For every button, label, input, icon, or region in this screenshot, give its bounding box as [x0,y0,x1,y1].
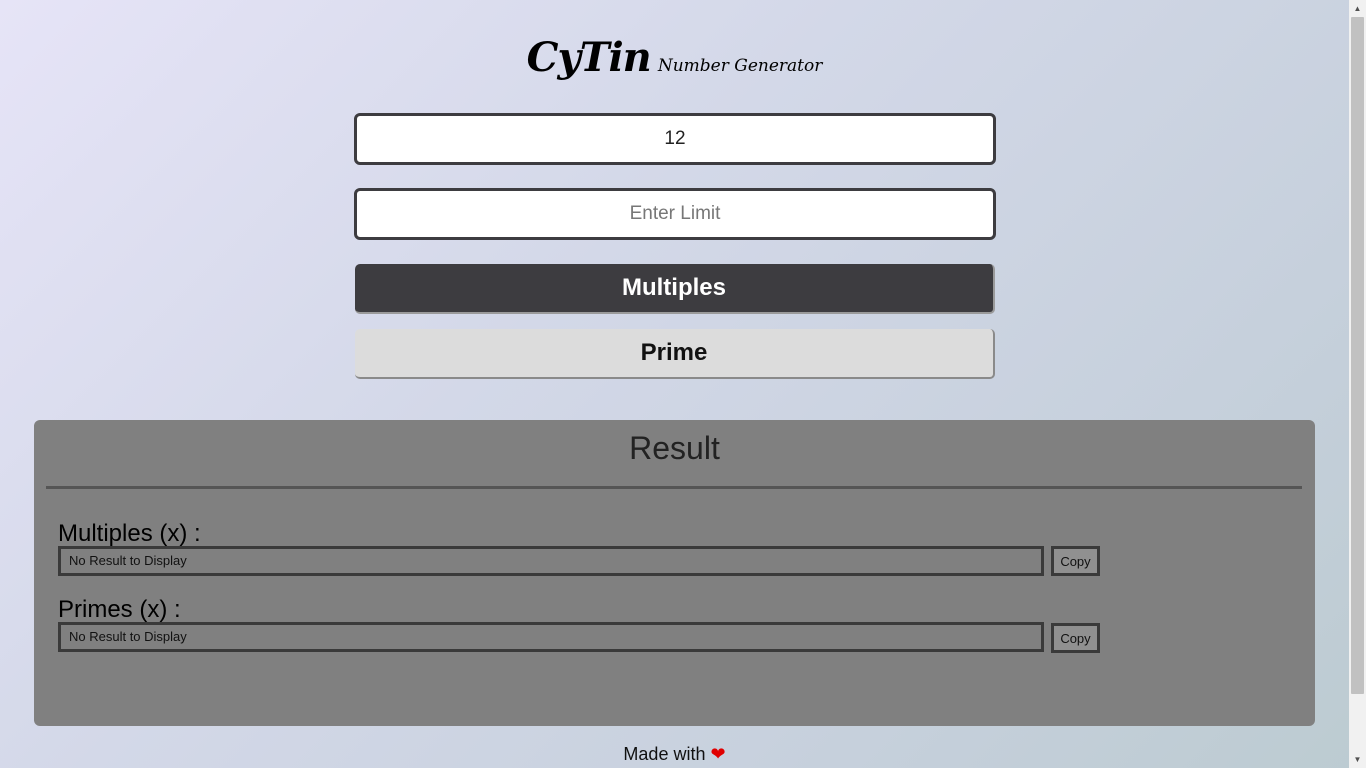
logo: CyTin Number Generator [0,34,1349,81]
number-input[interactable] [357,116,993,162]
prime-button[interactable]: Prime [355,329,995,379]
primes-label: Primes (x) : [58,596,181,623]
logo-subtitle: Number Generator [657,56,823,76]
logo-brand: CyTin [526,34,652,81]
heart-icon: ❤ [710,744,726,764]
vertical-scrollbar[interactable]: ▲ ▼ [1349,0,1366,768]
limit-input[interactable] [357,191,993,237]
footer-text: Made with [623,744,706,764]
result-divider [46,486,1302,489]
multiples-output[interactable]: No Result to Display [58,546,1044,576]
limit-field [354,188,996,240]
scroll-up-icon[interactable]: ▲ [1349,0,1366,17]
multiples-button[interactable]: Multiples [355,264,995,314]
footer: Made with ❤ [0,744,1349,765]
scroll-down-icon[interactable]: ▼ [1349,751,1366,768]
scrollbar-thumb[interactable] [1351,17,1364,694]
number-field [354,113,996,165]
copy-primes-button[interactable]: Copy [1051,623,1100,653]
copy-multiples-button[interactable]: Copy [1051,546,1100,576]
page: CyTin Number Generator Multiples Prime R… [0,0,1349,768]
multiples-label: Multiples (x) : [58,520,201,547]
result-panel: Result Multiples (x) : No Result to Disp… [34,420,1315,726]
primes-output[interactable]: No Result to Display [58,622,1044,652]
result-title: Result [629,430,720,466]
